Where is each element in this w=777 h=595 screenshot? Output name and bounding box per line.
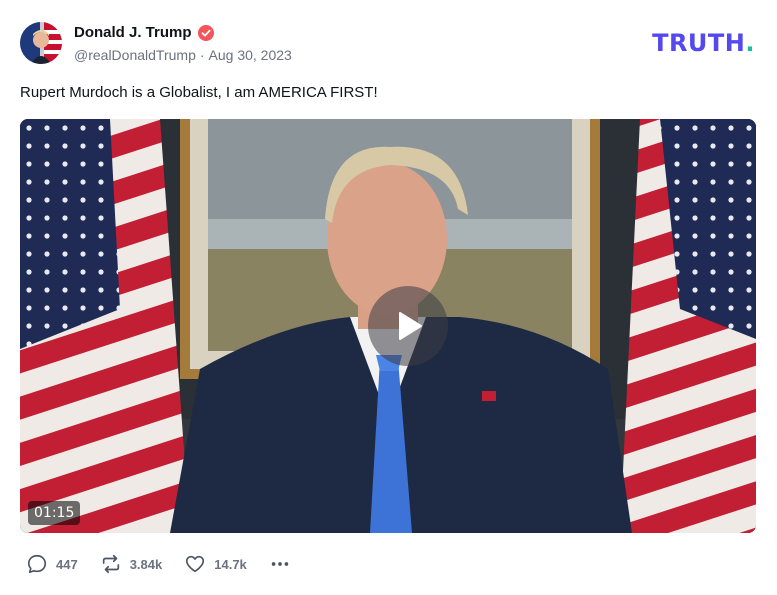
- truth-logo[interactable]: TRUTH.: [652, 29, 755, 57]
- post-header: Donald J. Trump @realDonaldTrump · Aug 3…: [20, 20, 757, 66]
- reply-button[interactable]: 447: [26, 553, 78, 575]
- post-text: Rupert Murdoch is a Globalist, I am AMER…: [20, 84, 378, 101]
- post-date[interactable]: Aug 30, 2023: [209, 47, 292, 63]
- brand-dot: .: [745, 29, 755, 57]
- more-icon: [271, 562, 289, 566]
- play-icon: [399, 312, 422, 340]
- video-duration: 01:15: [28, 501, 81, 525]
- more-button[interactable]: [269, 553, 291, 575]
- reply-icon: [27, 554, 47, 574]
- video-player[interactable]: 01:15: [20, 119, 756, 533]
- post-actions: 447 3.84k 14.7k: [26, 553, 291, 575]
- display-name[interactable]: Donald J. Trump: [74, 24, 192, 41]
- like-count: 14.7k: [214, 556, 247, 572]
- user-handle[interactable]: @realDonaldTrump: [74, 47, 196, 63]
- reply-count: 447: [56, 556, 78, 572]
- name-row: Donald J. Trump: [74, 24, 214, 41]
- retruth-count: 3.84k: [129, 556, 163, 572]
- avatar-icon: [20, 22, 62, 64]
- retruth-icon: [102, 554, 119, 574]
- brand-name: TRUTH: [652, 29, 746, 57]
- like-button[interactable]: 14.7k: [184, 553, 247, 575]
- meta-separator: ·: [199, 47, 205, 63]
- post-meta: @realDonaldTrump · Aug 30, 2023: [74, 47, 292, 63]
- avatar[interactable]: [20, 22, 62, 64]
- heart-icon: [186, 555, 205, 573]
- retruth-button[interactable]: 3.84k: [100, 553, 163, 575]
- play-button[interactable]: [368, 286, 448, 366]
- verified-badge-icon: [197, 24, 214, 41]
